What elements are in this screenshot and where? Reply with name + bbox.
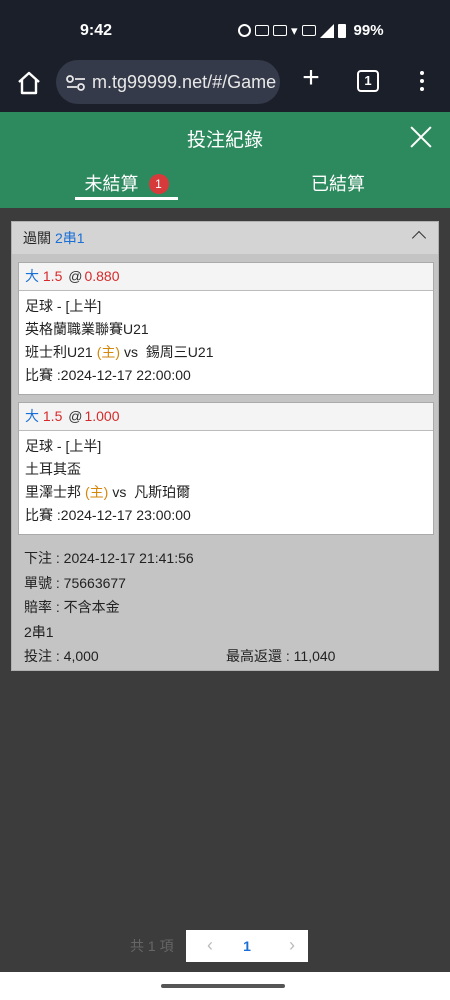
tab-switcher-button[interactable]: 1 xyxy=(357,70,379,92)
max-return: 最高返還 : 11,040 xyxy=(226,648,336,664)
tab-unsettled[interactable]: 未結算 1 xyxy=(75,162,178,208)
leg-line: 1.5 xyxy=(42,268,63,284)
leg-league: 土耳其盃 xyxy=(25,461,81,477)
vs-label: vs xyxy=(124,344,139,360)
leg-pick: 大 xyxy=(25,408,39,424)
home-tag: (主) xyxy=(85,484,109,500)
next-page-button[interactable]: › xyxy=(282,930,302,962)
stake-row: 投注 : 4,000 最高返還 : 11,040 xyxy=(24,644,424,669)
battery-percent: 99% xyxy=(353,22,384,39)
total-count: 共 1 項 xyxy=(130,938,174,954)
bet-leg: 大 1.5 @0.880 足球 - [上半] 英格蘭職業聯賽U21 班士利U21… xyxy=(18,262,434,395)
battery-icon xyxy=(337,23,346,38)
chevron-up-icon[interactable] xyxy=(411,230,427,246)
leg-at: @ xyxy=(68,408,83,424)
pagination: 共 1 項 ‹ 1 › xyxy=(0,930,450,962)
leg-league: 英格蘭職業聯賽U21 xyxy=(25,321,149,337)
vibrate-icon xyxy=(273,25,287,36)
active-tab-underline xyxy=(75,197,178,200)
leg-teams: 里澤士邦 (主) vs 凡斯珀爾 xyxy=(25,481,427,504)
ticket-number: 單號 : 75663677 xyxy=(24,574,126,591)
leg-pick: 大 xyxy=(25,268,39,284)
leg-line: 1.5 xyxy=(42,408,63,424)
vs-label: vs xyxy=(112,484,127,500)
wifi-icon: ▾ xyxy=(291,22,298,38)
bet-card-header[interactable]: 過關 2串1 xyxy=(12,222,438,254)
close-icon[interactable] xyxy=(408,124,434,150)
gesture-handle[interactable] xyxy=(161,984,285,988)
site-settings-icon[interactable] xyxy=(66,75,86,92)
leg-teams: 班士利U21 (主) vs 錫周三U21 xyxy=(25,341,427,364)
leg-market: 足球 - [上半] xyxy=(25,438,102,454)
leg-market: 足球 - [上半] xyxy=(25,298,102,314)
bet-card: 過關 2串1 大 1.5 @0.880 足球 - [上半] 英格蘭職業聯賽U21 … xyxy=(11,221,439,671)
tab-unsettled-label: 未結算 xyxy=(84,174,139,194)
leg-odds: 0.880 xyxy=(84,268,120,284)
prev-page-button[interactable]: ‹ xyxy=(200,930,220,962)
status-time: 9:42 xyxy=(80,22,113,39)
leg-match-time: 比賽 :2024-12-17 22:00:00 xyxy=(25,367,191,383)
unsettled-count-badge: 1 xyxy=(148,174,169,194)
leg-odds: 1.000 xyxy=(84,408,120,424)
bet-list: 過關 2串1 大 1.5 @0.880 足球 - [上半] 英格蘭職業聯賽U21 … xyxy=(0,208,450,1000)
lte-icon xyxy=(301,25,316,36)
nfc-icon xyxy=(255,25,269,36)
bet-leg: 大 1.5 @1.000 足球 - [上半] 土耳其盃 里澤士邦 (主) vs 凡斯… xyxy=(18,402,434,535)
status-icons: ▾ 99% xyxy=(238,22,384,39)
pager-controls: ‹ 1 › xyxy=(186,930,308,962)
away-team: 凡斯珀爾 xyxy=(134,484,191,500)
bet-summary: 下注 : 2024-12-17 21:41:56 單號 : 75663677 賠… xyxy=(24,546,424,669)
home-team: 里澤士邦 xyxy=(25,484,81,500)
leg-match-time: 比賽 :2024-12-17 23:00:00 xyxy=(25,507,191,523)
page-title: 投注紀錄 xyxy=(186,130,263,151)
home-team: 班士利U21 xyxy=(25,344,93,360)
url-text: m.tg99999.net/#/Game xyxy=(92,72,277,92)
leg-at: @ xyxy=(68,268,83,284)
gesture-nav-bar xyxy=(0,972,450,1000)
status-bar: 9:42 ▾ 99% xyxy=(0,0,450,58)
page-number-current[interactable]: 1 xyxy=(237,930,257,962)
tab-settled[interactable]: 已結算 xyxy=(290,162,386,208)
bet-type-label: 過關 xyxy=(23,230,51,246)
leg-selection: 大 1.5 @1.000 xyxy=(19,403,433,431)
app-header: 投注紀錄 xyxy=(0,112,450,162)
leg-selection: 大 1.5 @0.880 xyxy=(19,263,433,291)
home-icon[interactable] xyxy=(14,68,44,98)
overflow-menu-icon[interactable] xyxy=(414,68,430,94)
browser-toolbar: m.tg99999.net/#/Game + 1 xyxy=(0,58,450,112)
odds-type: 賠率 : 不含本金 xyxy=(24,599,120,615)
stake-amount: 投注 : 4,000 xyxy=(24,648,99,664)
parlay-type: 2串1 xyxy=(55,230,85,246)
away-team: 錫周三U21 xyxy=(145,344,214,360)
new-tab-button[interactable]: + xyxy=(298,63,324,94)
home-tag: (主) xyxy=(96,344,121,360)
combo-type: 2串1 xyxy=(24,623,54,640)
alarm-icon xyxy=(238,24,251,37)
signal-icon xyxy=(319,23,334,38)
placed-time: 下注 : 2024-12-17 21:41:56 xyxy=(24,550,194,566)
address-bar[interactable]: m.tg99999.net/#/Game xyxy=(56,60,280,104)
tab-bar: 未結算 1 已結算 xyxy=(0,162,450,208)
